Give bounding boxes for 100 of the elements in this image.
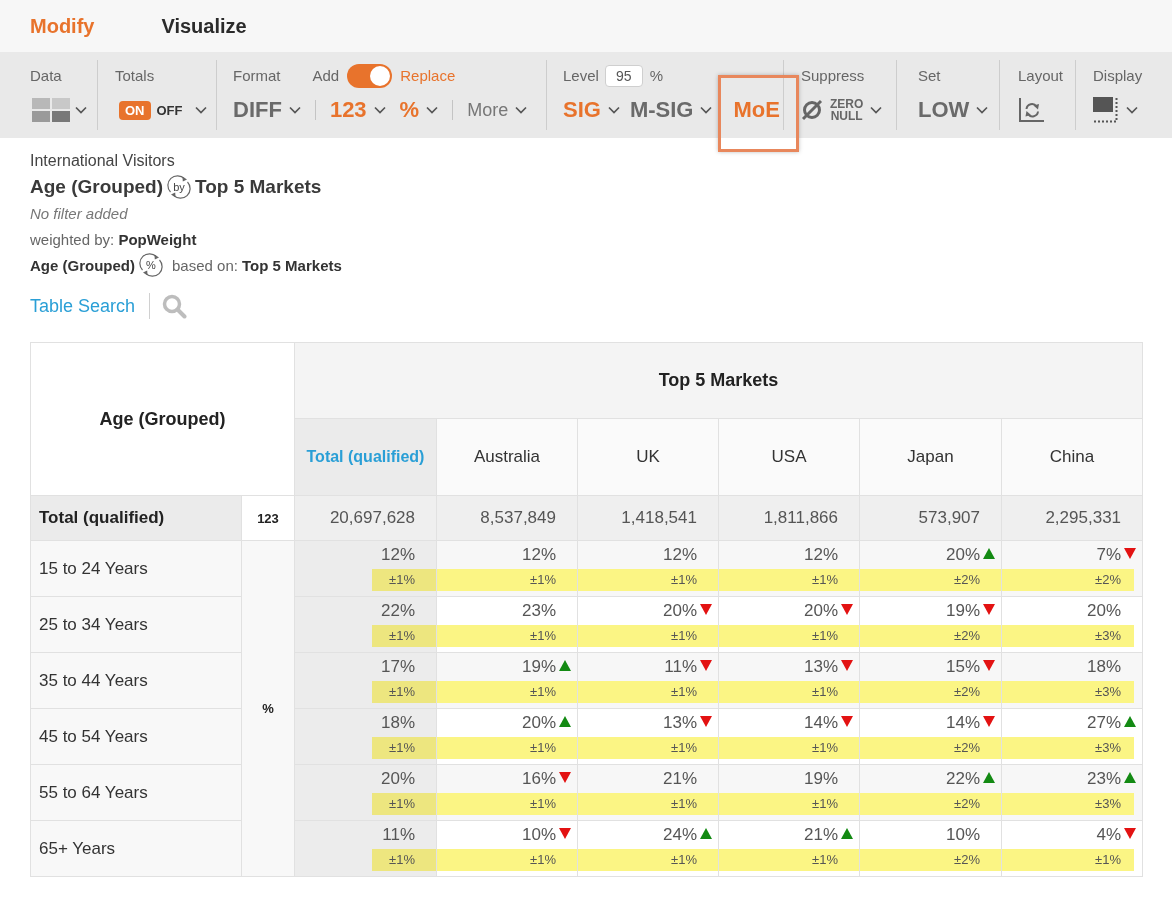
row-variable: Age (Grouped) bbox=[30, 176, 163, 198]
cell-value: 23% bbox=[521, 601, 556, 621]
dropdown-button[interactable]: M-SIG bbox=[629, 96, 713, 124]
dropdown-button[interactable]: % bbox=[399, 96, 439, 124]
cell-value: 20% bbox=[1087, 601, 1122, 621]
up-triangle-icon bbox=[841, 827, 853, 839]
chevron-down-icon[interactable] bbox=[194, 106, 207, 114]
down-triangle-icon bbox=[700, 603, 712, 615]
margin-of-error: ±1% bbox=[719, 737, 859, 759]
up-triangle-icon bbox=[700, 827, 712, 839]
margin-of-error: ±1% bbox=[437, 625, 577, 647]
up-triangle-icon bbox=[983, 771, 995, 783]
suppress-dropdown[interactable]: ZERO NULL bbox=[801, 96, 883, 124]
down-triangle-icon bbox=[1124, 827, 1137, 839]
source-title: International Visitors bbox=[30, 152, 175, 170]
margin-of-error: ±1% bbox=[372, 569, 436, 591]
margin-of-error: ±2% bbox=[1002, 569, 1135, 591]
cell-value: 23% bbox=[1087, 769, 1122, 789]
up-triangle-icon bbox=[559, 659, 571, 671]
margin-of-error: ±2% bbox=[860, 681, 1001, 703]
axis-refresh-icon[interactable] bbox=[1018, 97, 1044, 123]
dotted-square-icon bbox=[1093, 97, 1119, 123]
cell-value: 14% bbox=[945, 713, 980, 733]
group-label: Suppress bbox=[801, 66, 865, 86]
chevron-down-icon bbox=[976, 106, 989, 114]
cell-value: 21% bbox=[803, 825, 838, 845]
column-header[interactable]: Total (qualified) bbox=[294, 418, 437, 496]
table-cell: 1,811,866 bbox=[718, 495, 860, 541]
toggle-button[interactable]: MoE bbox=[733, 96, 780, 124]
toggle-option[interactable]: OFF bbox=[150, 100, 189, 120]
mode-label[interactable]: Replace bbox=[400, 66, 456, 86]
cell-value: 12% bbox=[380, 545, 415, 565]
display-dropdown[interactable] bbox=[1093, 96, 1138, 124]
dropdown-button[interactable]: 123 bbox=[329, 96, 386, 124]
margin-of-error: ±1% bbox=[719, 569, 859, 591]
margin-of-error: ±1% bbox=[437, 793, 577, 815]
column-header: China bbox=[1001, 418, 1143, 496]
toggle-option[interactable]: ON bbox=[119, 100, 151, 120]
column-header: Japan bbox=[859, 418, 1002, 496]
level-input[interactable]: 95 bbox=[604, 65, 643, 87]
down-triangle-icon bbox=[700, 659, 712, 671]
column-variable: Top 5 Markets bbox=[195, 176, 322, 198]
table-cell: 2,295,331 bbox=[1001, 495, 1143, 541]
down-triangle-icon bbox=[841, 659, 853, 671]
cell-value: 18% bbox=[1087, 657, 1122, 677]
margin-of-error: ±1% bbox=[372, 849, 436, 871]
cell-value: 22% bbox=[945, 769, 980, 789]
down-triangle-icon bbox=[700, 715, 712, 727]
toggle-switch[interactable] bbox=[347, 64, 393, 88]
margin-of-error: ±3% bbox=[1002, 737, 1135, 759]
data-dropdown[interactable] bbox=[30, 96, 87, 124]
cell-value: 19% bbox=[521, 657, 556, 677]
cell-value: 21% bbox=[662, 769, 697, 789]
cell-value: 24% bbox=[662, 825, 697, 845]
chevron-down-icon bbox=[426, 106, 439, 114]
cell-value: 7% bbox=[1096, 545, 1122, 565]
row-header: Total (qualified) bbox=[30, 495, 242, 541]
table-search-link[interactable]: Table Search bbox=[30, 295, 136, 317]
column-header: Australia bbox=[436, 418, 578, 496]
margin-of-error: ±1% bbox=[372, 793, 436, 815]
down-triangle-icon bbox=[983, 715, 995, 727]
cell-value: 12% bbox=[521, 545, 556, 565]
row-header: 65+ Years bbox=[30, 820, 242, 877]
margin-of-error: ±2% bbox=[860, 849, 1001, 871]
tab[interactable]: Visualize bbox=[161, 14, 247, 38]
chevron-down-icon bbox=[700, 106, 713, 114]
cell-value: 18% bbox=[380, 713, 415, 733]
stat-label: 123 bbox=[241, 495, 295, 541]
empty-set-icon bbox=[801, 99, 823, 121]
chevron-down-icon bbox=[1126, 106, 1138, 114]
margin-of-error: ±1% bbox=[437, 569, 577, 591]
table-cell: 573,907 bbox=[859, 495, 1002, 541]
margin-of-error: ±1% bbox=[719, 849, 859, 871]
row-header: 15 to 24 Years bbox=[30, 540, 242, 597]
mode-label[interactable]: Add bbox=[312, 66, 340, 86]
cell-value: 19% bbox=[803, 769, 838, 789]
down-triangle-icon bbox=[983, 659, 995, 671]
margin-of-error: ±1% bbox=[437, 681, 577, 703]
group-label: Level bbox=[563, 66, 599, 86]
dropdown-button[interactable]: SIG bbox=[563, 96, 620, 124]
dropdown-button[interactable]: LOW bbox=[918, 96, 989, 124]
swap-button[interactable]: by bbox=[166, 174, 192, 200]
cell-value: 11% bbox=[382, 825, 415, 845]
table-cell: 1,418,541 bbox=[577, 495, 719, 541]
swap-button[interactable]: % bbox=[138, 252, 164, 278]
cell-value: 20% bbox=[521, 713, 556, 733]
dropdown-button[interactable]: DIFF bbox=[233, 96, 301, 124]
margin-of-error: ±1% bbox=[372, 681, 436, 703]
margin-of-error: ±1% bbox=[578, 793, 718, 815]
margin-of-error: ±1% bbox=[719, 625, 859, 647]
margin-of-error: ±3% bbox=[1002, 793, 1135, 815]
cell-value: 19% bbox=[945, 601, 980, 621]
dropdown-button[interactable]: More bbox=[467, 96, 528, 124]
cell-value: 12% bbox=[803, 545, 838, 565]
corner-header: Age (Grouped) bbox=[30, 342, 295, 496]
tab[interactable]: Modify bbox=[30, 14, 95, 38]
up-triangle-icon bbox=[983, 547, 995, 559]
down-triangle-icon bbox=[841, 603, 853, 615]
chevron-down-icon bbox=[75, 106, 87, 114]
row-header: 45 to 54 Years bbox=[30, 708, 242, 765]
